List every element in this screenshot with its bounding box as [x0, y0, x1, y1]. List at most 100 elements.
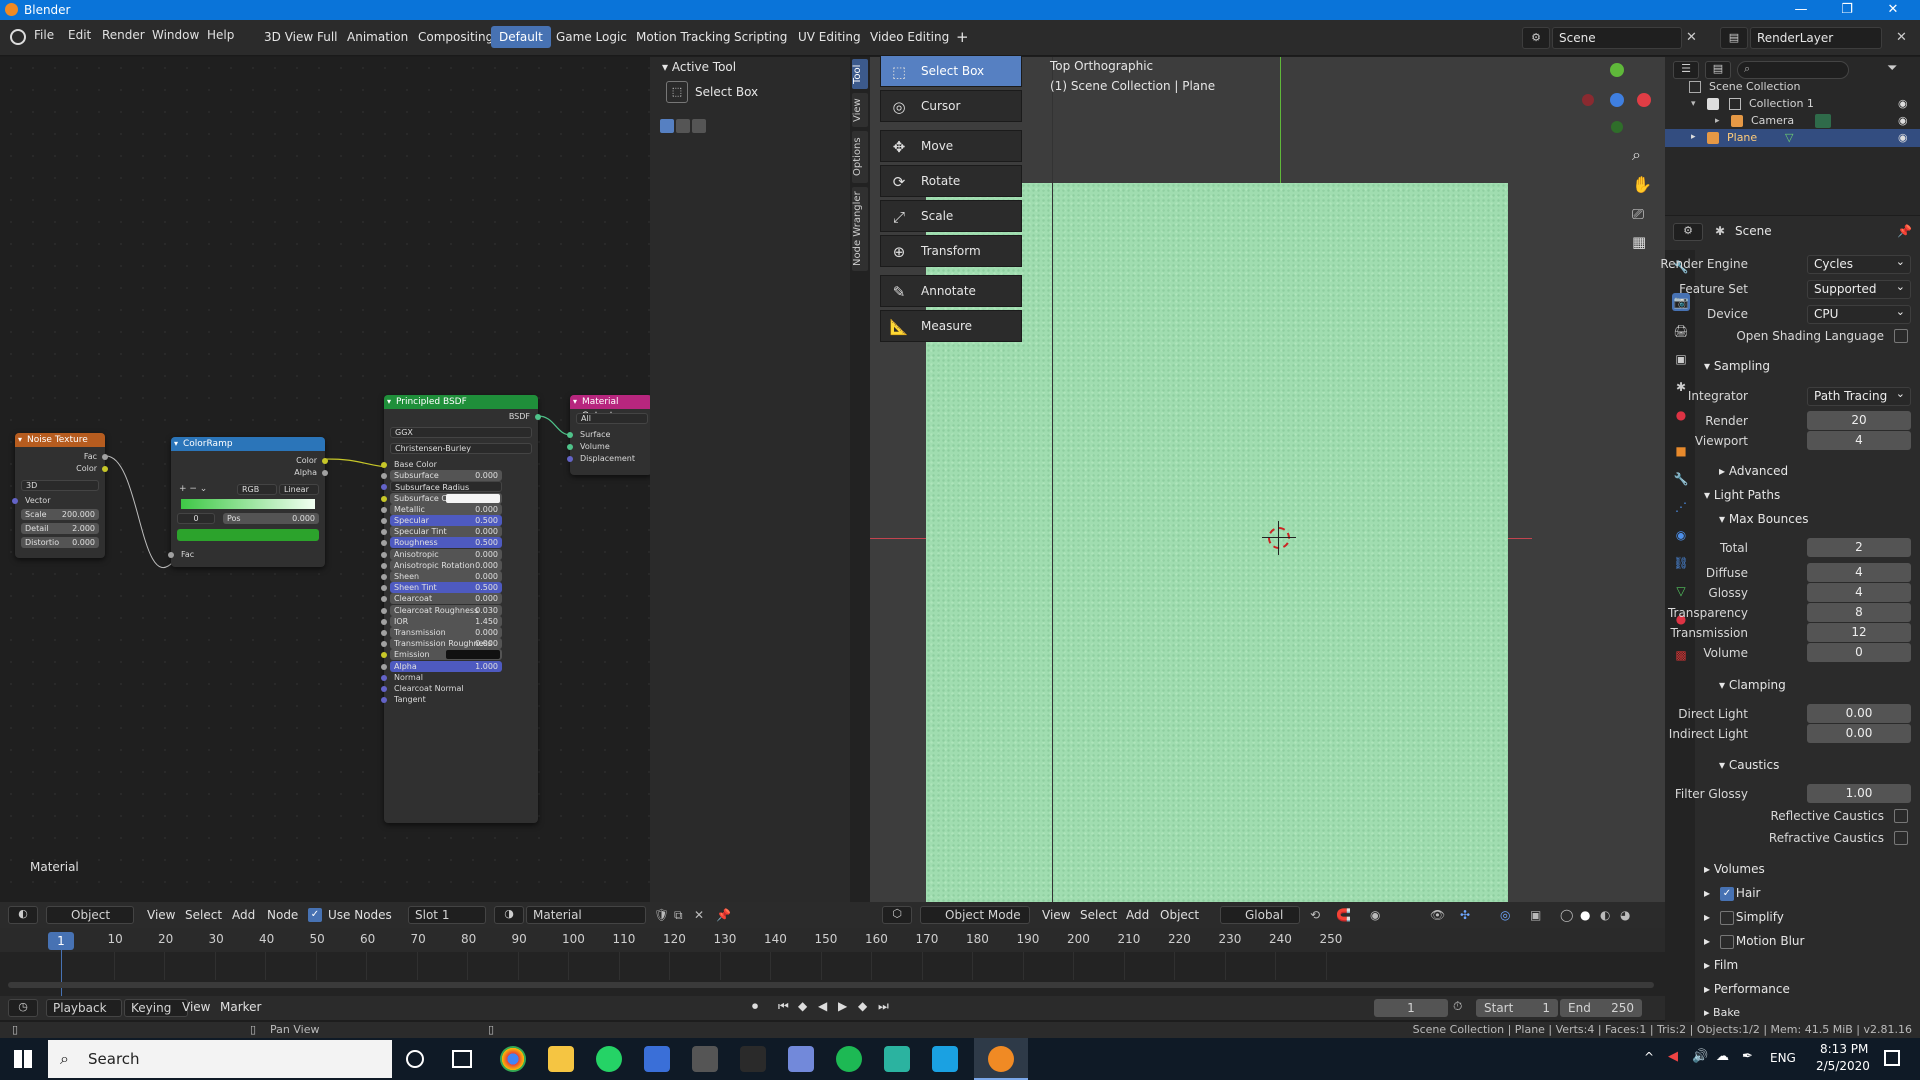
- tab-default[interactable]: Default: [491, 26, 551, 48]
- detail-field[interactable]: Detail 2.000: [21, 523, 99, 534]
- wireframe-shading-icon[interactable]: ◯: [1560, 908, 1573, 922]
- pivot-icon[interactable]: ⟲: [1310, 908, 1320, 922]
- tab-game-logic[interactable]: Game Logic: [548, 26, 635, 48]
- fake-user-icon[interactable]: 🛡: [654, 908, 669, 922]
- gizmo-y-icon[interactable]: [1610, 63, 1624, 77]
- camera-view-icon[interactable]: ⎚: [1632, 205, 1644, 223]
- socket[interactable]: [381, 574, 387, 580]
- menu-marker[interactable]: Marker: [220, 1000, 261, 1014]
- blender-menu-icon[interactable]: [10, 29, 26, 45]
- glossy-field[interactable]: 4: [1807, 583, 1911, 602]
- tab-motion-tracking[interactable]: Motion Tracking: [628, 26, 738, 48]
- socket[interactable]: [381, 585, 387, 592]
- socket[interactable]: [381, 506, 387, 513]
- input-roughness[interactable]: Roughness 0.500: [390, 537, 502, 549]
- input-alpha[interactable]: Alpha 1.000: [390, 660, 502, 672]
- socket[interactable]: [381, 618, 387, 625]
- socket[interactable]: [381, 495, 387, 502]
- spotify-icon[interactable]: [836, 1046, 862, 1072]
- data-tab-icon[interactable]: ▽: [1672, 582, 1690, 600]
- distribution-dropdown[interactable]: GGX: [390, 427, 532, 438]
- color-ramp-node[interactable]: ColorRamp Color Alpha + − ⌄ RGB Linear 0…: [168, 437, 328, 567]
- clock-date[interactable]: 2/5/2020: [1816, 1059, 1870, 1073]
- keying-dropdown[interactable]: Keying: [124, 999, 188, 1017]
- game-controller-icon[interactable]: [692, 1046, 718, 1072]
- sampling-panel[interactable]: ▾ Sampling: [1704, 359, 1770, 373]
- task-view-icon[interactable]: [452, 1050, 472, 1068]
- socket[interactable]: [322, 470, 328, 476]
- interaction-mode-dropdown[interactable]: Object Mode: [920, 906, 1030, 924]
- collection-checkbox[interactable]: [1707, 98, 1719, 110]
- subsurface-method-dropdown[interactable]: Christensen-Burley: [390, 443, 532, 454]
- color-swatch[interactable]: [446, 493, 500, 503]
- socket[interactable]: [567, 456, 573, 462]
- menu-help[interactable]: Help: [207, 28, 234, 42]
- unity-icon[interactable]: [740, 1046, 766, 1072]
- app-icon[interactable]: [644, 1046, 670, 1072]
- prev-keyframe-icon[interactable]: ◆: [798, 999, 807, 1013]
- filter-glossy-field[interactable]: 1.00: [1807, 784, 1911, 803]
- play-icon[interactable]: ▶: [838, 999, 847, 1013]
- socket[interactable]: [168, 552, 174, 558]
- input-emission[interactable]: Emission: [390, 649, 502, 661]
- input-anisotropic[interactable]: Anisotropic 0.000: [390, 548, 502, 560]
- socket[interactable]: [381, 529, 387, 536]
- pin-node-tree-icon[interactable]: 📌: [716, 908, 731, 922]
- node-editor-type-icon[interactable]: ◐: [8, 906, 38, 924]
- editor-type-icon[interactable]: ☰: [1673, 61, 1699, 79]
- socket[interactable]: [381, 641, 387, 648]
- socket[interactable]: [381, 473, 387, 480]
- scene-browse-icon[interactable]: ⚙: [1522, 27, 1550, 49]
- node-editor[interactable]: Noise Texture Fac Color 3D Vector Scale 2…: [0, 57, 652, 902]
- playback-dropdown[interactable]: Playback: [46, 999, 122, 1017]
- material-shading-icon[interactable]: ◐: [1600, 908, 1610, 922]
- target-dropdown[interactable]: All: [576, 413, 648, 424]
- device-dropdown[interactable]: CPU: [1807, 303, 1911, 324]
- socket[interactable]: [381, 697, 387, 704]
- maximize-button[interactable]: ❐: [1824, 0, 1870, 20]
- menu-node[interactable]: Node: [267, 908, 298, 922]
- input-subsurface-radius[interactable]: Subsurface Radius: [390, 481, 502, 493]
- world-tab-icon[interactable]: ●: [1672, 406, 1690, 424]
- socket[interactable]: [12, 498, 18, 504]
- direct-light-field[interactable]: 0.00: [1807, 704, 1911, 723]
- props-editor-type-icon[interactable]: ⚙: [1673, 223, 1703, 241]
- hair-panel[interactable]: ▸ ✓ Hair: [1704, 886, 1761, 901]
- input-transmission-roughness[interactable]: Transmission Roughness 0.000: [390, 638, 502, 650]
- current-frame-field[interactable]: 1: [1374, 999, 1448, 1017]
- record-icon[interactable]: ⏺: [752, 999, 758, 1014]
- input-subsurface[interactable]: Subsurface 0.000: [390, 470, 502, 482]
- snap-icon[interactable]: 🧲: [1336, 908, 1351, 922]
- object-tab-icon[interactable]: ■: [1672, 442, 1690, 460]
- refractive-caustics-checkbox[interactable]: [1894, 831, 1908, 845]
- dimension-dropdown[interactable]: 3D: [21, 480, 99, 491]
- menu-view[interactable]: View: [1042, 908, 1070, 922]
- input-specular-tint[interactable]: Specular Tint 0.000: [390, 526, 502, 538]
- outliner-search-input[interactable]: ⌕: [1737, 61, 1849, 79]
- timeline-editor-type-icon[interactable]: ◷: [8, 999, 38, 1017]
- menu-object[interactable]: Object: [1160, 908, 1199, 922]
- socket[interactable]: [102, 454, 108, 460]
- add-workspace-icon[interactable]: +: [948, 26, 977, 48]
- windows-start-icon[interactable]: [14, 1050, 32, 1068]
- view-layer-browse-icon[interactable]: ▤: [1720, 27, 1748, 49]
- tab-3d-view-full[interactable]: 3D View Full: [256, 26, 346, 48]
- duplicate-material-icon[interactable]: ⧉: [674, 908, 683, 923]
- particles-tab-icon[interactable]: ⋰: [1672, 498, 1690, 516]
- tool-move[interactable]: ✥ Move: [880, 130, 1022, 162]
- gizmo-neg-y-icon[interactable]: [1611, 121, 1623, 133]
- menu-select[interactable]: Select: [185, 908, 222, 922]
- color-mode-dropdown[interactable]: RGB: [237, 484, 277, 495]
- socket[interactable]: [381, 663, 387, 670]
- socket[interactable]: [567, 444, 573, 450]
- view-layer-field[interactable]: RenderLayer: [1750, 27, 1882, 49]
- outliner-root[interactable]: Scene Collection: [1709, 80, 1800, 93]
- film-panel[interactable]: ▸ Film: [1704, 958, 1738, 972]
- tab-tool[interactable]: Tool: [852, 59, 868, 89]
- transmission-field[interactable]: 12: [1807, 623, 1911, 642]
- outliner-collection[interactable]: Collection 1: [1749, 97, 1814, 110]
- start-frame-field[interactable]: Start 1: [1476, 999, 1558, 1017]
- ramp-add-remove-icons[interactable]: + − ⌄: [179, 484, 207, 494]
- current-frame-indicator[interactable]: 1: [48, 932, 74, 950]
- input-ior[interactable]: IOR 1.450: [390, 615, 502, 627]
